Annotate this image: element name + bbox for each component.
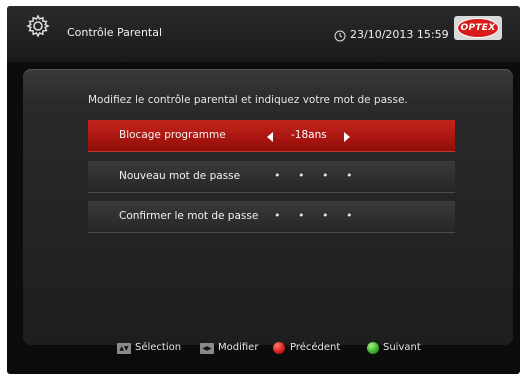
gear-icon	[26, 14, 50, 38]
row-blocage-programme[interactable]: Blocage programme -18ans	[88, 120, 455, 152]
password-confirm-field[interactable]: • • • •	[274, 209, 359, 222]
clock-icon	[334, 27, 346, 42]
password-field[interactable]: • • • •	[274, 169, 359, 182]
footer-selection-label: Sélection	[135, 342, 182, 353]
row-nouveau-mot-de-passe[interactable]: Nouveau mot de passe • • • •	[88, 161, 455, 193]
footer-suivant-label: Suivant	[383, 342, 421, 353]
left-right-key-icon: ◀▶	[200, 343, 214, 354]
rating-value: -18ans	[291, 129, 327, 141]
row-confirmer-mot-de-passe[interactable]: Confirmer le mot de passe • • • •	[88, 201, 455, 233]
logo-text: OPTEX	[460, 23, 496, 33]
up-down-key-icon: ▲▼	[117, 343, 131, 354]
arrow-left-icon[interactable]	[267, 132, 273, 142]
row-label: Blocage programme	[119, 129, 226, 141]
row-label: Nouveau mot de passe	[119, 170, 241, 182]
datetime: 23/10/2013 15:59	[350, 28, 449, 41]
red-button-icon	[273, 342, 285, 354]
footer-modifier-label: Modifier	[218, 342, 259, 353]
footer-precedent-label: Précédent	[290, 342, 341, 353]
green-button-icon	[367, 342, 379, 354]
row-label: Confirmer le mot de passe	[119, 210, 259, 222]
arrow-right-icon[interactable]	[344, 132, 350, 142]
page-title: Contrôle Parental	[67, 26, 163, 39]
brand-logo: OPTEX	[454, 16, 502, 40]
instructions-text: Modifiez le contrôle parental et indique…	[88, 94, 408, 106]
